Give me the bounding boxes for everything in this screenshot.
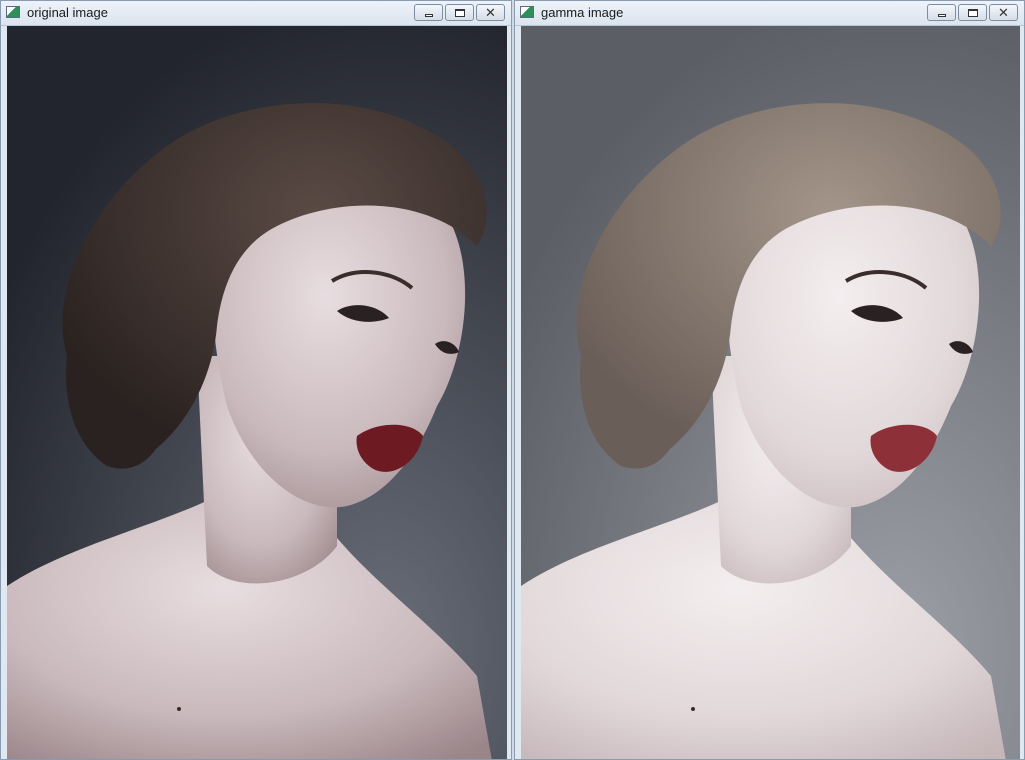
- window-title: original image: [27, 5, 108, 20]
- close-icon: ✕: [485, 5, 496, 20]
- minimize-button[interactable]: [927, 4, 956, 21]
- portrait-image: [7, 26, 507, 759]
- original-image-window[interactable]: original image ✕: [0, 0, 512, 760]
- maximize-icon: [446, 5, 473, 20]
- minimize-icon: [415, 5, 442, 20]
- close-button[interactable]: ✕: [476, 4, 505, 21]
- titlebar[interactable]: original image ✕: [1, 1, 511, 26]
- close-button[interactable]: ✕: [989, 4, 1018, 21]
- app-window-icon: [520, 6, 534, 18]
- gamma-image-window[interactable]: gamma image ✕: [514, 0, 1025, 760]
- minimize-icon: [928, 5, 955, 20]
- maximize-button[interactable]: [445, 4, 474, 21]
- close-icon: ✕: [998, 5, 1009, 20]
- maximize-button[interactable]: [958, 4, 987, 21]
- beauty-mark: [177, 707, 181, 711]
- window-title: gamma image: [541, 5, 624, 20]
- beauty-mark: [691, 707, 695, 711]
- image-canvas: [7, 26, 507, 759]
- desktop: original image ✕ gamma image ✕: [0, 0, 1025, 760]
- image-canvas: [521, 26, 1020, 759]
- maximize-icon: [959, 5, 986, 20]
- app-window-icon: [6, 6, 20, 18]
- minimize-button[interactable]: [414, 4, 443, 21]
- portrait-image: [521, 26, 1020, 759]
- titlebar[interactable]: gamma image ✕: [515, 1, 1024, 26]
